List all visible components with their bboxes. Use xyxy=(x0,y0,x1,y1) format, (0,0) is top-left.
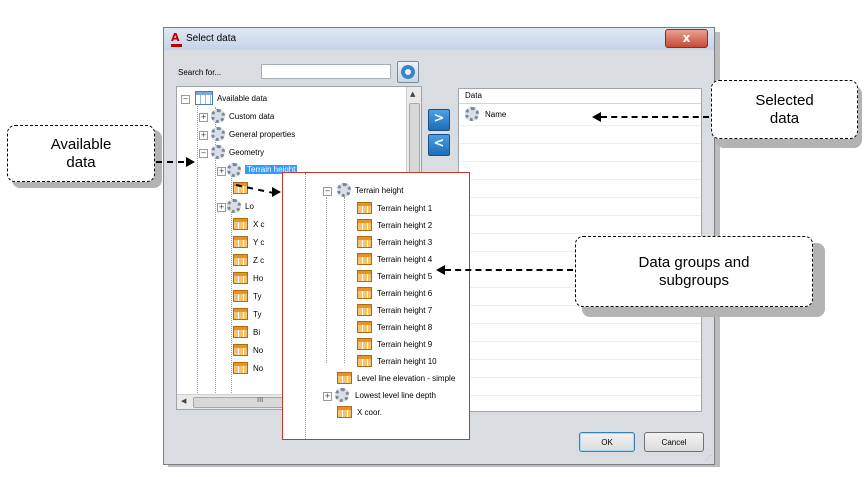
table-icon xyxy=(357,253,372,265)
gear-icon xyxy=(337,183,351,197)
app-logo-icon: A xyxy=(171,32,182,47)
search-label: Search for... xyxy=(178,68,222,77)
title-bar: A Select data x xyxy=(164,28,714,50)
cancel-button[interactable]: Cancel xyxy=(644,432,704,452)
table-icon xyxy=(233,362,248,374)
scroll-up-icon[interactable]: ▲ xyxy=(410,90,415,98)
table-icon xyxy=(233,236,248,248)
groups-callout: Data groups and subgroups xyxy=(575,236,813,307)
table-icon xyxy=(357,355,372,367)
remove-from-selection-button[interactable]: < xyxy=(428,134,450,156)
available-data-callout: Available data xyxy=(7,125,155,182)
table-icon xyxy=(233,254,248,266)
collapse-icon[interactable]: − xyxy=(199,149,208,158)
table-icon xyxy=(357,287,372,299)
data-column-header: Data xyxy=(459,89,701,104)
collapse-icon[interactable]: − xyxy=(323,187,332,196)
table-icon xyxy=(233,344,248,356)
table-icon xyxy=(233,218,248,230)
expand-icon[interactable]: + xyxy=(323,392,332,401)
refresh-button[interactable] xyxy=(397,61,419,83)
grid-icon xyxy=(195,91,213,105)
selected-data-arrowhead xyxy=(592,112,601,122)
gear-icon xyxy=(211,127,225,141)
gear-icon xyxy=(211,145,225,159)
data-row-name[interactable]: Name xyxy=(463,107,663,123)
table-icon xyxy=(337,372,352,384)
table-icon xyxy=(233,308,248,320)
table-icon xyxy=(357,236,372,248)
available-data-arrowhead xyxy=(186,157,195,167)
expand-icon[interactable]: + xyxy=(199,131,208,140)
zoom-pointer-arrowhead xyxy=(272,187,281,197)
groups-arrow xyxy=(445,269,573,271)
selected-data-arrow xyxy=(601,116,709,118)
table-icon xyxy=(357,304,372,316)
table-icon xyxy=(357,270,372,282)
gear-icon xyxy=(227,199,241,213)
table-icon xyxy=(357,219,372,231)
dialog-title: Select data xyxy=(186,33,237,44)
expand-icon[interactable]: + xyxy=(217,167,226,176)
expand-icon[interactable]: + xyxy=(217,203,226,212)
table-icon xyxy=(357,321,372,333)
scroll-left-icon[interactable]: ◀ xyxy=(181,397,186,405)
search-input[interactable] xyxy=(261,64,391,79)
collapse-icon[interactable]: − xyxy=(181,95,190,104)
groups-arrowhead xyxy=(436,265,445,275)
gear-icon xyxy=(227,163,241,177)
table-icon xyxy=(357,202,372,214)
available-data-arrow xyxy=(156,161,184,163)
table-icon xyxy=(337,406,352,418)
close-button[interactable]: x xyxy=(665,29,708,48)
expand-icon[interactable]: + xyxy=(199,113,208,122)
zoom-inset: − Terrain height Terrain height 1 Terrai… xyxy=(282,172,470,440)
selected-data-callout: Selected data xyxy=(711,80,858,139)
ok-button[interactable]: OK xyxy=(579,432,635,452)
table-icon xyxy=(357,338,372,350)
table-icon xyxy=(233,272,248,284)
table-icon xyxy=(233,290,248,302)
gear-icon xyxy=(335,388,349,402)
gear-icon xyxy=(211,109,225,123)
refresh-icon xyxy=(401,65,415,79)
scroll-grip: III xyxy=(257,396,264,404)
add-to-selection-button[interactable]: > xyxy=(428,109,450,131)
resize-grip-icon[interactable]: ⋰ xyxy=(705,454,712,462)
gear-icon xyxy=(465,107,479,121)
table-icon xyxy=(233,326,248,338)
